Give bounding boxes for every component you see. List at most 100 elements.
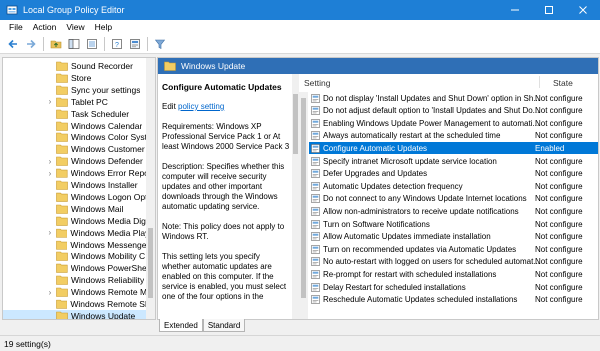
folder-icon [56,61,68,71]
policy-name: Reschedule Automatic Updates scheduled i… [323,295,518,305]
policy-row[interactable]: Allow Automatic Updates immediate instal… [309,231,598,243]
policy-row[interactable]: No auto-restart with logged on users for… [309,256,598,268]
policy-row[interactable]: Do not display 'Install Updates and Shut… [309,92,598,104]
policy-state: Not configure [535,232,583,242]
column-state[interactable]: State [553,78,573,88]
policy-row[interactable]: Enabling Windows Update Power Management… [309,117,598,129]
tree-item[interactable]: Windows Mail [3,203,147,215]
tree-item[interactable]: Store [3,72,147,84]
back-button[interactable] [4,36,21,52]
policy-setting-icon [311,282,320,292]
tree-item[interactable]: Windows Mobility C [3,250,147,262]
tree-item[interactable]: Windows Calendar [3,120,147,132]
tree-item[interactable]: Windows Update [3,309,147,319]
minimize-button[interactable] [498,0,532,20]
tree-scroll-thumb[interactable] [148,228,153,298]
menu-help[interactable]: Help [90,22,117,32]
policy-name: Defer Upgrades and Updates [323,169,428,179]
up-folder-button[interactable] [47,36,64,52]
navigation-tree: Sound Recorder Store Sync your settings › Ta… [2,57,156,320]
help-button[interactable]: ? [108,36,125,52]
tree-item[interactable]: › Windows Remote M [3,286,147,298]
tree-item-label: Windows Reliability [71,275,145,286]
policy-name: No auto-restart with logged on users for… [323,257,541,267]
tree-item-label: Windows Messenger [70,239,147,250]
policy-setting-link[interactable]: policy setting [178,102,224,111]
policy-row[interactable]: Specify intranet Microsoft update servic… [309,155,598,167]
policy-setting-icon [311,232,320,241]
tree-item-label: Sound Recorder [71,61,133,71]
expand-arrow-icon[interactable]: › [46,227,54,239]
policy-row[interactable]: Re-prompt for restart with scheduled ins… [309,268,598,280]
menu-action[interactable]: Action [28,22,62,32]
tree-item[interactable]: Windows Remote Sh [3,298,147,310]
tree-item[interactable]: Windows Installer [3,179,147,191]
folder-icon [56,133,68,143]
policy-row[interactable]: Configure Automatic Updates Enabled [309,142,598,155]
tree-item[interactable]: Windows Messenger [3,239,147,251]
policy-row[interactable]: Always automatically restart at the sche… [309,130,598,142]
tree-vertical-scrollbar[interactable] [146,58,155,319]
tab-standard[interactable]: Standard [202,319,246,332]
expand-arrow-icon[interactable]: › [46,167,54,179]
policy-row[interactable]: Do not connect to any Windows Update Int… [309,193,598,205]
maximize-button[interactable] [532,0,566,20]
tree-item[interactable]: Windows Reliability [3,274,147,286]
expand-arrow-icon[interactable]: › [46,286,54,298]
tree-item[interactable]: Windows Color Syst [3,131,147,143]
folder-icon [56,287,68,297]
description-scroll-thumb[interactable] [293,94,298,154]
policy-row[interactable]: Allow non-administrators to receive upda… [309,205,598,217]
list-scroll-thumb[interactable] [301,98,306,298]
tree-item[interactable]: › Windows Media Play [3,227,147,239]
show-hide-tree-button[interactable] [65,36,82,52]
expand-arrow-icon[interactable]: › [46,155,54,167]
tree-item[interactable]: Windows PowerShel [3,262,147,274]
description-scrollbar[interactable] [292,74,299,319]
toolbar-separator [104,36,105,51]
policy-row[interactable]: Defer Upgrades and Updates Not configure [309,168,598,180]
policy-row[interactable]: Delay Restart for scheduled installation… [309,281,598,293]
forward-button[interactable] [22,36,39,52]
column-setting[interactable]: Setting [304,78,330,88]
tree-item[interactable]: › Windows Defender [3,155,147,167]
export-list-icon [86,38,97,49]
policy-state: Enabled [535,143,565,153]
close-button[interactable] [566,0,600,20]
menu-file[interactable]: File [4,22,28,32]
tree-item[interactable]: Sound Recorder [3,60,147,72]
tree-item[interactable]: › Tablet PC [3,96,147,108]
tree-item[interactable]: Task Scheduler [3,108,147,120]
policy-row[interactable]: Automatic Updates detection frequency Not… [309,180,598,192]
policy-row[interactable]: Turn on recommended updates via Automati… [309,243,598,255]
requirements-text: Requirements: Windows XP Professional Se… [162,122,290,151]
policy-name: Do not display 'Install Updates and Shut… [323,93,540,103]
policy-setting-icon [311,181,320,191]
menu-view[interactable]: View [61,22,89,32]
expand-arrow-icon[interactable]: › [46,96,54,108]
list-scrollbar[interactable] [299,92,308,319]
details-text: This setting lets you specify whether au… [162,252,287,301]
tab-extended[interactable]: Extended [159,319,203,332]
policy-name: Re-prompt for restart with scheduled ins… [323,269,497,279]
policy-row[interactable]: Turn on Software Notifications Not config… [309,218,598,230]
back-icon [7,39,17,48]
folder-icon [55,228,68,238]
policy-row[interactable]: Reschedule Automatic Updates scheduled i… [309,294,598,306]
tree-item[interactable]: Sync your settings [3,84,147,96]
filter-button[interactable] [151,36,168,52]
export-list-button[interactable] [83,36,100,52]
tree-item[interactable]: Windows Media Digi [3,215,147,227]
policy-state: Not configure [535,219,583,229]
folder-icon [56,264,68,274]
tree-item-label: Windows Remote M [71,287,148,298]
policy-row[interactable]: Do not adjust default option to 'Install… [309,105,598,117]
properties-button[interactable] [126,36,143,52]
column-divider[interactable] [539,76,540,88]
tree-item[interactable]: › Windows Error Repo [3,167,147,179]
tree-item[interactable]: Windows Logon Opt [3,191,147,203]
tree-item[interactable]: Windows Customer [3,143,147,155]
policy-setting-icon [311,169,320,178]
